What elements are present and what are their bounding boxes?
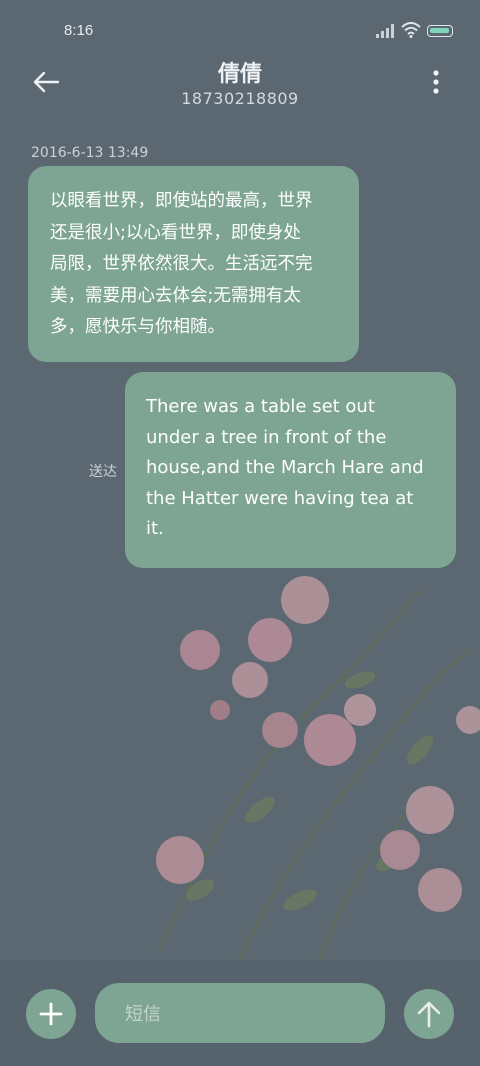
status-time: 8:16 bbox=[64, 22, 94, 39]
send-button[interactable] bbox=[404, 989, 454, 1039]
more-vertical-icon[interactable] bbox=[424, 68, 448, 96]
send-arrow-icon bbox=[417, 1001, 441, 1028]
message-line: 多，愿快乐与你相随。 bbox=[50, 317, 225, 337]
message-line: under a tree in front of the bbox=[146, 426, 387, 448]
plus-icon bbox=[39, 1002, 63, 1026]
message-line: 美，需要用心去体会;无需拥有太 bbox=[50, 285, 301, 306]
battery-level-fill bbox=[430, 28, 449, 33]
message-line: 以眼看世界，即使站的最高，世界 bbox=[50, 191, 313, 211]
status-bar: 8:16 bbox=[0, 0, 480, 60]
message-line: house,and the March Hare and bbox=[146, 457, 424, 478]
battery-icon bbox=[427, 25, 453, 37]
contact-name: 倩倩 bbox=[217, 62, 262, 87]
contact-number: 18730218809 bbox=[181, 89, 299, 108]
wifi-icon bbox=[401, 22, 421, 38]
sms-input[interactable] bbox=[123, 983, 367, 1045]
add-attachment-button[interactable] bbox=[26, 989, 76, 1039]
signal-icon bbox=[376, 24, 394, 38]
background-flowers-image bbox=[156, 576, 480, 960]
incoming-message-bubble[interactable]: 以眼看世界，即使站的最高，世界 还是很小;以心看世界，即使身处 局限，世界依然很… bbox=[28, 166, 359, 362]
message-line: the Hatter were having tea at bbox=[146, 487, 414, 509]
message-line: There was a table set out bbox=[146, 396, 375, 417]
outgoing-message-bubble[interactable]: There was a table set out under a tree i… bbox=[125, 372, 456, 568]
message-line: 局限，世界依然很大。生活远不完 bbox=[50, 254, 313, 274]
sms-input-container[interactable] bbox=[95, 983, 385, 1045]
delivery-status: 送达 bbox=[89, 464, 117, 480]
message-timestamp: 2016-6-13 13:49 bbox=[31, 145, 149, 161]
message-line: it. bbox=[146, 518, 164, 539]
message-line: 还是很小;以心看世界，即使身处 bbox=[50, 222, 301, 243]
